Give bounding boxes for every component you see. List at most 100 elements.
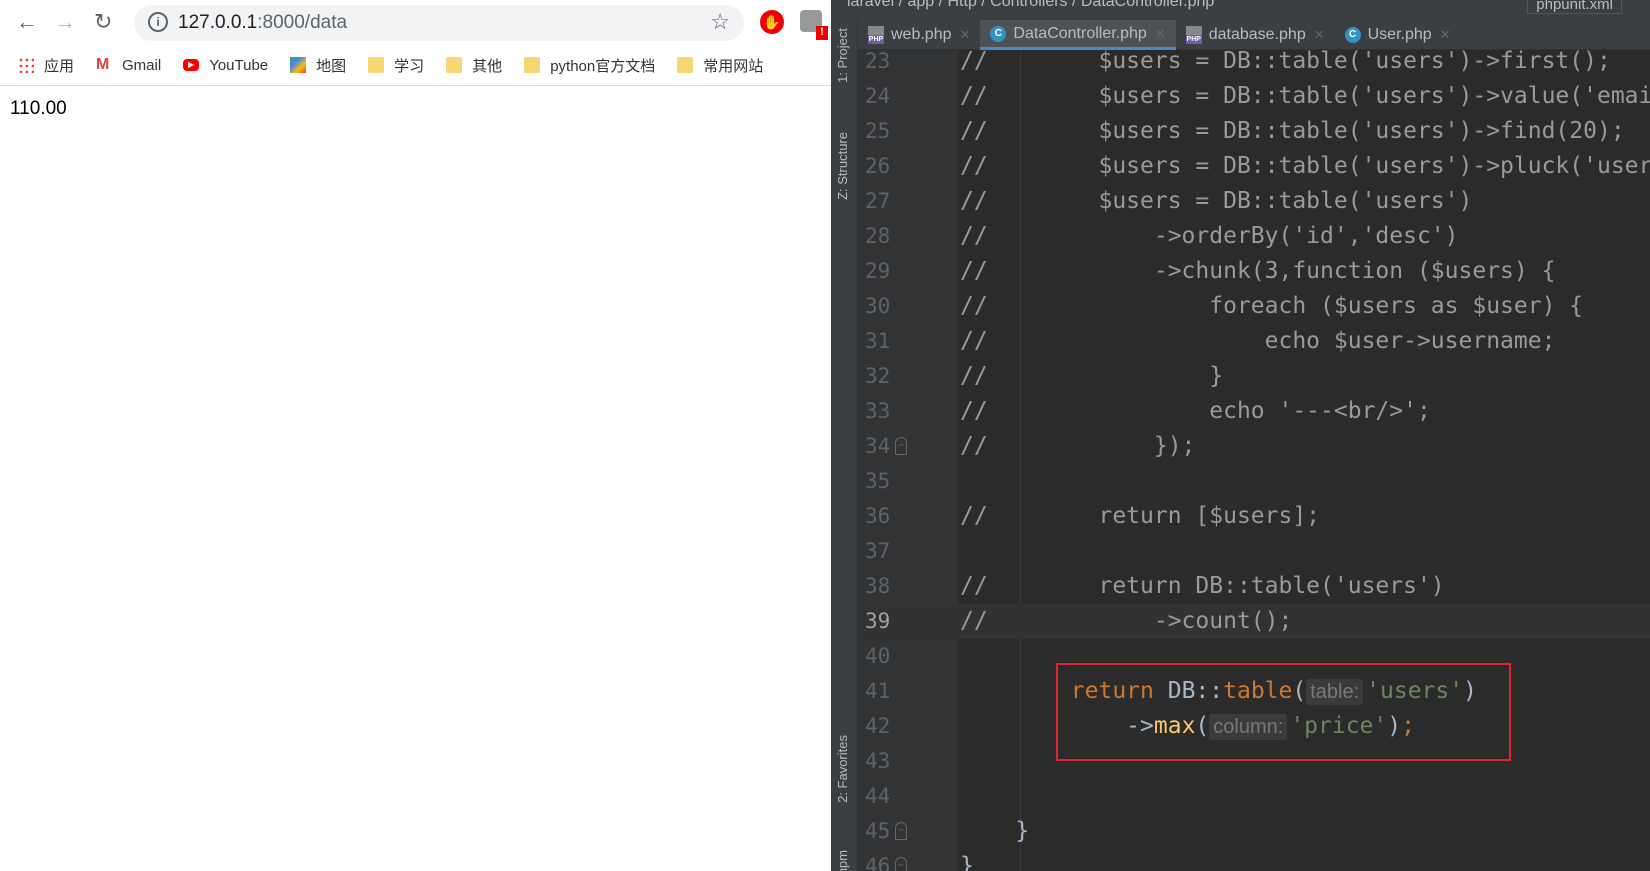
bookmark-gmail[interactable]: M Gmail (96, 57, 161, 74)
folder-icon (368, 57, 385, 73)
line-number: 30 (865, 293, 891, 318)
adblock-extension-icon[interactable]: ✋ (760, 10, 784, 34)
line-number: 26 (865, 153, 891, 178)
youtube-icon: ▶ (183, 59, 200, 71)
line-number: 36 (865, 503, 891, 528)
fold-icon[interactable]: − (895, 436, 907, 455)
code-text: // echo $user->username; (960, 327, 1556, 354)
line-number: 40 (865, 643, 891, 668)
fold-icon[interactable]: − (895, 821, 907, 840)
bookmark-label: Gmail (122, 56, 162, 74)
bookmark-folder[interactable]: 学习 (368, 55, 424, 76)
bookmark-folder[interactable]: python官方文档 (524, 55, 655, 76)
close-icon[interactable]: ✕ (1440, 27, 1451, 43)
address-bar[interactable]: i 127.0.0.1:8000/data ☆ (134, 5, 744, 41)
code-text: } (960, 817, 1030, 844)
forward-button[interactable]: → (54, 9, 76, 35)
close-icon[interactable]: ✕ (1155, 26, 1166, 42)
tab-user-php[interactable]: C User.php ✕ (1335, 20, 1461, 50)
bookmark-folder[interactable]: 其他 (446, 55, 502, 76)
code-line[interactable]: 34// }); − (831, 429, 1650, 464)
bookmark-label: 学习 (394, 57, 425, 75)
code-line[interactable]: 46} − (831, 849, 1650, 871)
gmail-icon: M (96, 56, 110, 73)
tab-database-php[interactable]: PHP database.php ✕ (1176, 20, 1335, 50)
code-text: // } (960, 362, 1224, 389)
structure-tool-button[interactable]: Z: Structure (835, 132, 850, 200)
divider (0, 85, 831, 86)
folder-icon (446, 57, 463, 73)
close-icon[interactable]: ✕ (1314, 27, 1325, 43)
code-line[interactable]: 28 // ->orderBy('id','desc') (831, 219, 1650, 254)
bookmark-label: YouTube (209, 56, 269, 74)
bookmark-apps[interactable]: 应用 (18, 55, 74, 76)
bookmarks-bar: 应用 M Gmail ▶ YouTube 地图 学习 其他 python官方文档 常… (0, 50, 831, 80)
code-text: // }); (960, 432, 1196, 459)
tab-label: DataController.php (1013, 24, 1147, 42)
php-file-icon: PHP (1185, 26, 1202, 44)
code-line[interactable]: 36 // return [$users]; (831, 499, 1650, 534)
class-icon: C (1344, 27, 1361, 43)
url-host: 127.0.0.1 (178, 12, 258, 33)
code-line[interactable]: 27 // $users = DB::table('users') (831, 184, 1650, 219)
url-text[interactable]: 127.0.0.1:8000/data (178, 12, 347, 34)
code-line[interactable]: 39 // ->count(); (831, 603, 1650, 639)
code-text: // $users = DB::table('users')->find(20)… (960, 117, 1625, 144)
code-text: // $users = DB::table('users')->value('e… (960, 82, 1650, 109)
bookmark-label: 常用网站 (703, 57, 764, 75)
npm-tool-button[interactable]: npm (835, 850, 850, 871)
code-text: // foreach ($users as $user) { (960, 292, 1584, 319)
code-text: } (960, 852, 974, 871)
tool-window-strip: 1: Project Z: Structure 2: Favorites npm (831, 20, 858, 871)
code-line[interactable]: 31 // echo $user->username; (831, 324, 1650, 359)
line-number: 33 (865, 398, 891, 423)
code-line[interactable]: 37 (831, 534, 1650, 569)
line-number: 43 (865, 748, 891, 773)
tab-label: User.php (1367, 26, 1432, 43)
code-line[interactable]: 33 // echo '---<br/>'; (831, 394, 1650, 429)
code-line[interactable]: 35 (831, 464, 1650, 499)
code-text: // return DB::table('users') (960, 572, 1445, 599)
line-number: 42 (865, 713, 891, 738)
code-line[interactable]: 38 // return DB::table('users') (831, 569, 1650, 604)
line-number: 24 (865, 83, 891, 108)
close-icon[interactable]: ✕ (960, 27, 971, 43)
bookmark-star-icon[interactable]: ☆ (710, 9, 730, 35)
code-line[interactable]: 26 // $users = DB::table('users')->pluck(… (831, 149, 1650, 184)
browser-window: ← → ↻ i 127.0.0.1:8000/data ☆ ✋ ! 应用 M Gm… (0, 0, 831, 871)
line-number: 41 (865, 678, 891, 703)
code-line[interactable]: 24 // $users = DB::table('users')->value(… (831, 79, 1650, 114)
code-line[interactable]: 25 // $users = DB::table('users')->find(2… (831, 114, 1650, 149)
line-number: 37 (865, 538, 891, 563)
line-number: 38 (865, 573, 891, 598)
code-line[interactable]: 44 (831, 779, 1650, 814)
bookmark-folder[interactable]: 常用网站 (677, 55, 763, 76)
code-line[interactable]: 29 // ->chunk(3,function ($users) { (831, 254, 1650, 289)
breadcrumb: laravel / app / Http / Controllers / Dat… (831, 0, 1650, 20)
tab-web-php[interactable]: PHP web.php ✕ (858, 20, 980, 50)
maps-icon (290, 57, 307, 73)
tab-datacontroller-php[interactable]: C DataController.php ✕ (980, 20, 1176, 50)
code-line[interactable]: 30 // foreach ($users as $user) { (831, 289, 1650, 324)
line-number: 32 (865, 363, 891, 388)
bookmark-maps[interactable]: 地图 (290, 55, 346, 76)
code-text: // $users = DB::table('users')->pluck('u… (960, 152, 1650, 179)
run-config-select[interactable]: phpunit.xml (1527, 0, 1622, 14)
tab-label: database.php (1208, 26, 1306, 43)
bookmark-label: python官方文档 (550, 57, 656, 75)
breadcrumb-path[interactable]: laravel / app / Http / Controllers / Dat… (847, 0, 1214, 10)
code-line[interactable]: 45 } − (831, 814, 1650, 849)
code-text: // ->count(); (960, 607, 1293, 634)
fold-icon[interactable]: − (895, 856, 907, 871)
project-tool-button[interactable]: 1: Project (835, 28, 850, 83)
highlight-annotation-box (1056, 663, 1511, 761)
extension-icon[interactable]: ! (800, 10, 828, 40)
back-button[interactable]: ← (16, 9, 38, 35)
reload-button[interactable]: ↻ (94, 9, 112, 35)
tab-label: web.php (891, 26, 952, 43)
extension-badge: ! (816, 26, 828, 40)
favorites-tool-button[interactable]: 2: Favorites (835, 735, 850, 803)
info-icon[interactable]: i (148, 12, 168, 32)
code-line[interactable]: 32 // } (831, 359, 1650, 394)
bookmark-youtube[interactable]: ▶ YouTube (183, 57, 268, 74)
